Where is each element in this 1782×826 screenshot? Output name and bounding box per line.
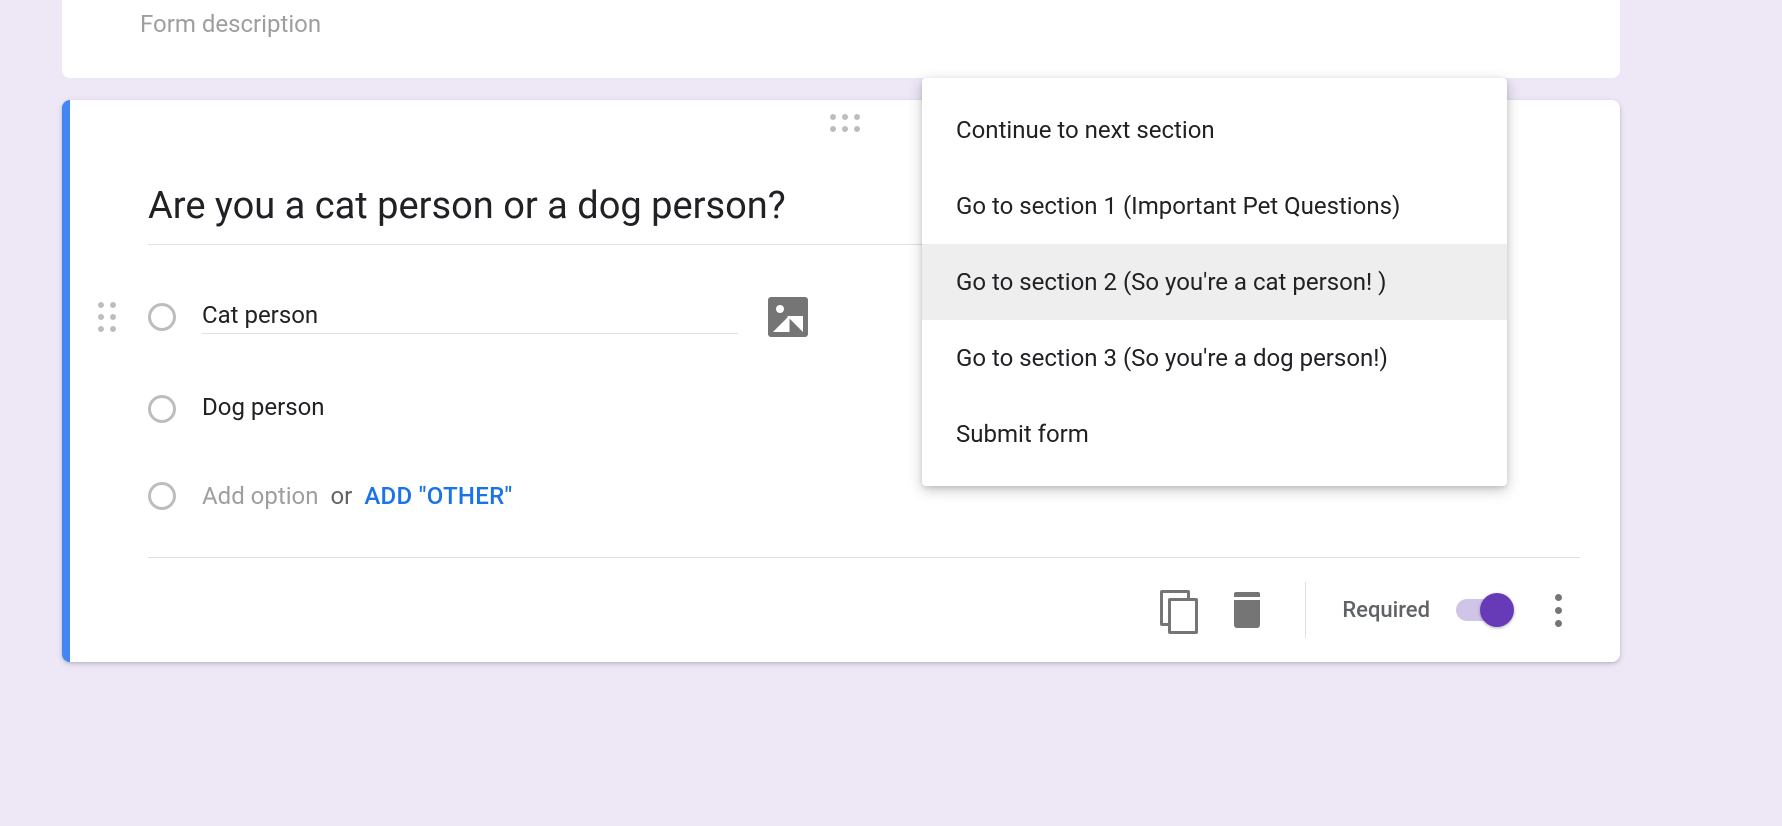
- trash-icon: [1232, 592, 1262, 628]
- option-text-input[interactable]: Cat person: [202, 301, 738, 334]
- form-description-field[interactable]: Form description: [140, 0, 1620, 38]
- add-option-button[interactable]: Add option: [202, 482, 318, 510]
- dropdown-item-section-3[interactable]: Go to section 3 (So you're a dog person!…: [922, 320, 1507, 396]
- required-label: Required: [1342, 598, 1430, 623]
- radio-icon: [148, 303, 176, 331]
- question-title-input[interactable]: Are you a cat person or a dog person?: [148, 142, 928, 245]
- section-routing-dropdown: Continue to next section Go to section 1…: [922, 78, 1507, 486]
- form-header-card: Form description: [62, 0, 1620, 78]
- option-text-input[interactable]: Dog person: [202, 393, 325, 425]
- or-text: or: [330, 482, 352, 510]
- delete-button[interactable]: [1225, 588, 1269, 632]
- more-options-button[interactable]: [1536, 588, 1580, 632]
- card-footer: Required: [70, 558, 1620, 662]
- dropdown-item-section-2[interactable]: Go to section 2 (So you're a cat person!…: [922, 244, 1507, 320]
- duplicate-button[interactable]: [1155, 588, 1199, 632]
- add-image-icon[interactable]: [768, 297, 808, 337]
- dropdown-item-continue[interactable]: Continue to next section: [922, 92, 1507, 168]
- drag-dots-icon: [830, 114, 860, 132]
- row-drag-handle[interactable]: [98, 302, 116, 332]
- dropdown-item-submit[interactable]: Submit form: [922, 396, 1507, 472]
- dropdown-item-section-1[interactable]: Go to section 1 (Important Pet Questions…: [922, 168, 1507, 244]
- radio-icon: [148, 395, 176, 423]
- add-other-button[interactable]: ADD "OTHER": [364, 482, 512, 510]
- vertical-divider: [1305, 582, 1306, 638]
- more-vert-icon: [1547, 594, 1570, 627]
- copy-icon: [1160, 590, 1194, 630]
- required-toggle[interactable]: [1456, 599, 1510, 621]
- radio-icon: [148, 482, 176, 510]
